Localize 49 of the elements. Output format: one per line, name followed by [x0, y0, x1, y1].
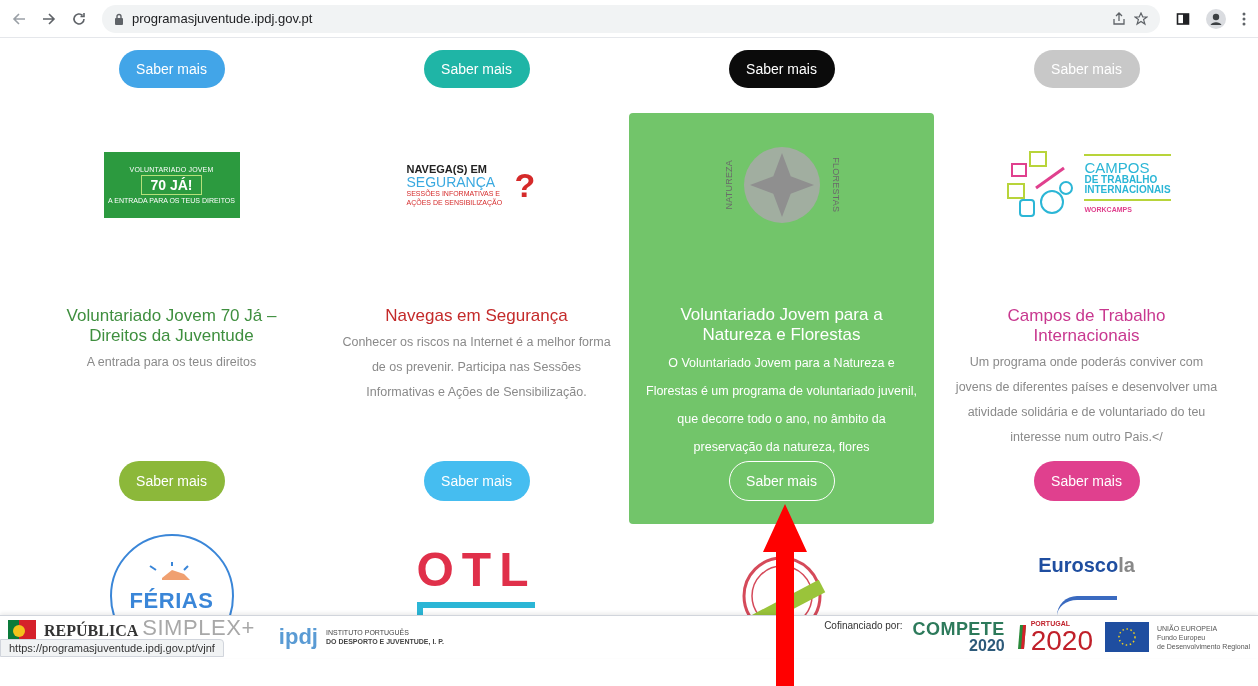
forward-icon[interactable]: [42, 11, 56, 26]
logo-text: DE TRABALHO: [1084, 175, 1158, 186]
ipdj-logo-text: ipdj: [278, 626, 318, 648]
program-description: O Voluntariado Jovem para a Natureza e Florestas é um programa de voluntariado juvenil, que decorre todo o ano, no âmbito da preservação da natureza, flores: [645, 355, 918, 457]
address-bar[interactable]: programasjuventude.ipdj.gov.pt: [102, 4, 1160, 33]
compete-logo-text: COMPETE: [912, 620, 1005, 638]
more-button[interactable]: Saber mais: [118, 50, 225, 88]
side-panel-icon[interactable]: [1176, 11, 1190, 26]
profile-icon[interactable]: [1206, 8, 1226, 29]
reload-icon[interactable]: [72, 11, 86, 26]
flag-stripe-icon: [1016, 623, 1027, 651]
program-title: Campos de Trabalho Internacionais: [1006, 306, 1167, 346]
republica-logo-text: REPÚBLICA: [44, 620, 139, 641]
logo-text: FÉRIAS: [129, 587, 214, 615]
simplex-logo-text: SIMPLEX+: [142, 617, 255, 639]
logo-text: la: [1118, 553, 1135, 578]
logo-text: ?: [514, 168, 536, 202]
more-button[interactable]: Saber mais: [118, 461, 225, 501]
more-button[interactable]: Saber mais: [728, 50, 835, 88]
more-icon[interactable]: [1242, 11, 1246, 26]
portugal-logo-text: 2020: [1030, 626, 1093, 655]
logo-text: 70 JÁ!: [141, 175, 202, 195]
lock-icon: [114, 12, 124, 25]
logo-text: SEGURANÇA: [406, 174, 497, 189]
more-button[interactable]: Saber mais: [423, 50, 530, 88]
logo-text: OTL: [416, 546, 537, 594]
logo-text: NAVEGA(S) EM: [406, 163, 488, 175]
share-icon[interactable]: [1112, 11, 1126, 26]
program-title: Voluntariado Jovem 70 Já – Direitos da Juventude: [65, 306, 278, 346]
program-description: A entrada para os teus direitos: [86, 354, 257, 371]
logo-text: Eurosco: [1038, 553, 1119, 578]
logo-text: NATUREZA: [722, 159, 735, 210]
url-text: programasjuventude.ipdj.gov.pt: [132, 9, 313, 28]
logo-text: FLORESTAS: [829, 157, 842, 213]
logo-text: INTERNACIONAIS: [1084, 185, 1171, 196]
cofinanced-label: Cofinanciado por:: [824, 619, 903, 633]
program-description: Conhecer os riscos na Internet é a melhor forma de os prevenir. Participa nas Sessões Informativas e Ações de Sensibilização.: [341, 334, 612, 401]
program-title: Navegas em Segurança: [384, 306, 569, 326]
back-icon[interactable]: [12, 11, 26, 26]
status-link-tooltip: https://programasjuventude.ipdj.gov.pt/vjnf: [0, 639, 224, 657]
eu-flag-icon: [1105, 622, 1149, 652]
more-button[interactable]: Saber mais: [1033, 461, 1140, 501]
more-button[interactable]: Saber mais: [728, 461, 835, 501]
program-description: Um programa onde poderás conviver com jovens de diferentes países e desenvolver uma atividade solidária e de voluntariado do teu interesse num outro Pais.</: [954, 354, 1219, 446]
compete-logo-text: 2020: [969, 638, 1005, 654]
more-button[interactable]: Saber mais: [423, 461, 530, 501]
program-title: Voluntariado Jovem para a Natureza e Florestas: [679, 305, 884, 346]
star-icon[interactable]: [1134, 11, 1148, 26]
logo-text: CAMPOS: [1084, 160, 1150, 176]
